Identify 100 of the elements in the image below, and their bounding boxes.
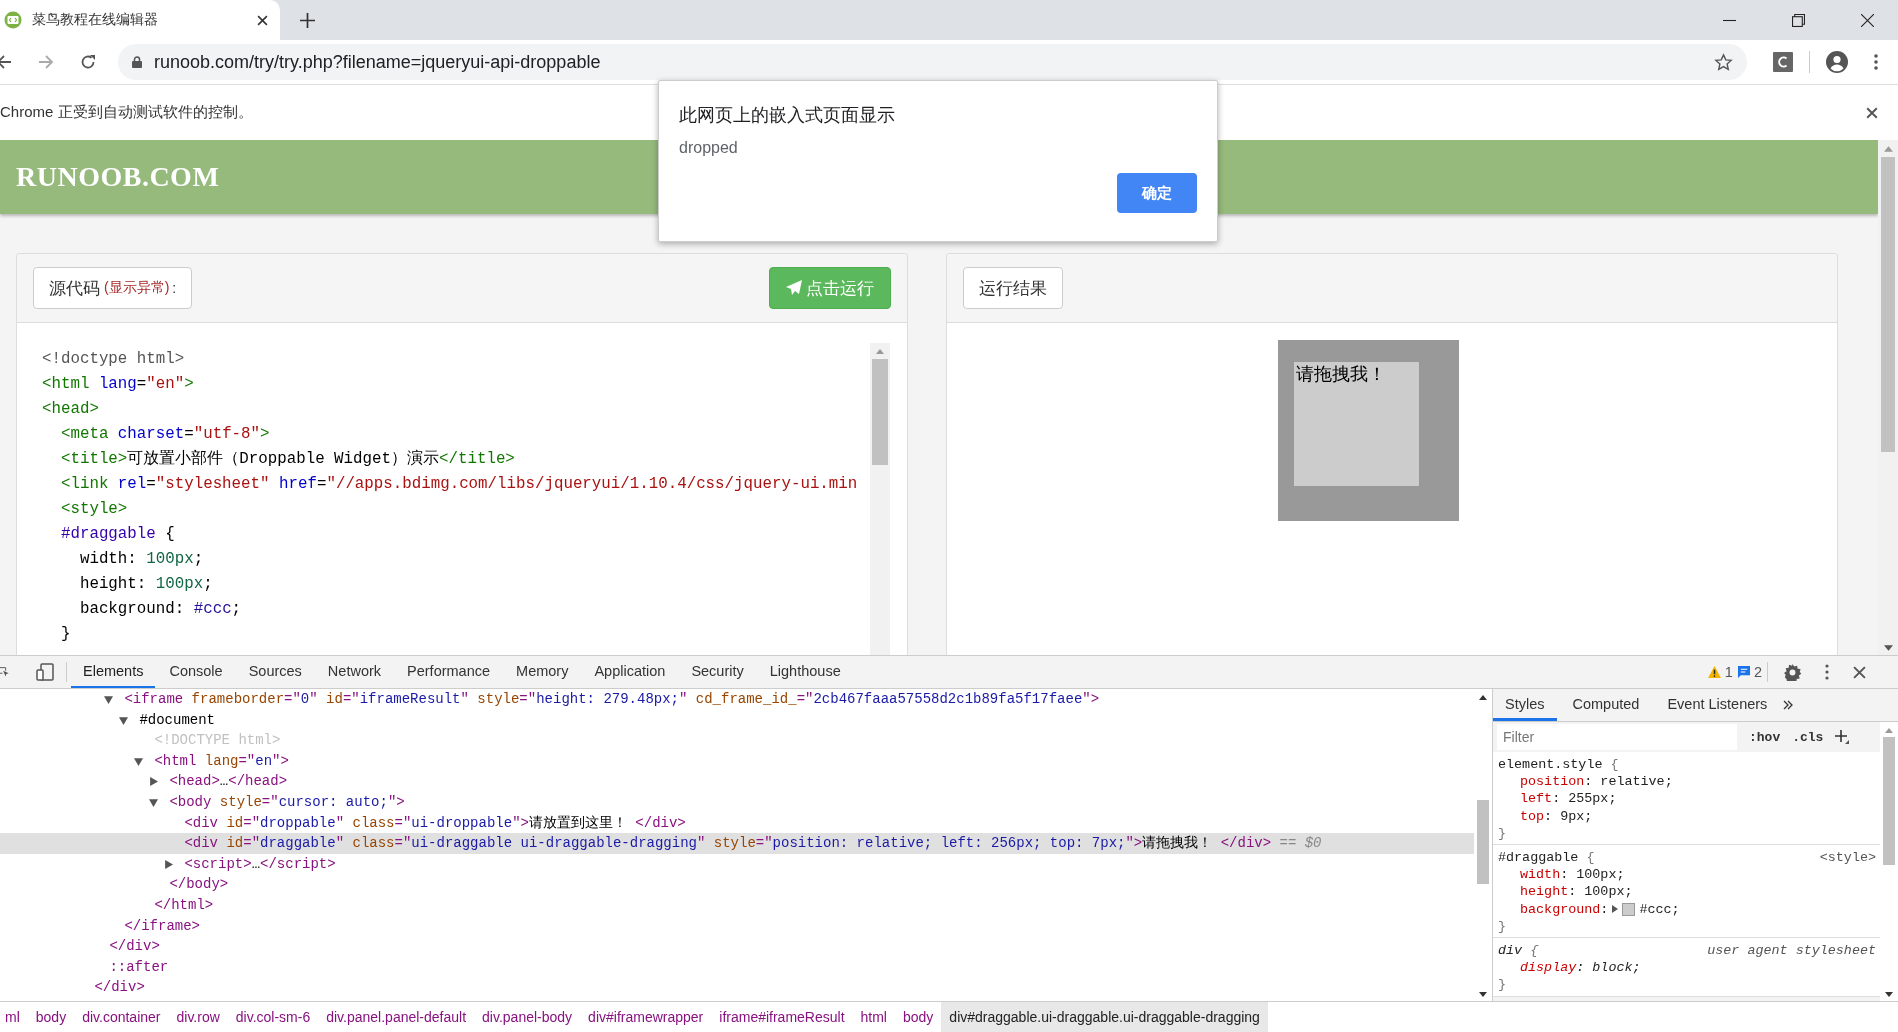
message-count[interactable]: 2	[1753, 664, 1762, 680]
profile-icon[interactable]	[1826, 51, 1848, 73]
cls-button[interactable]: .cls	[1792, 729, 1824, 745]
scrollbar-thumb[interactable]	[1477, 800, 1489, 884]
devtools-tab[interactable]: Security	[679, 656, 756, 688]
breadcrumb[interactable]: div.panel.panel-default	[318, 1002, 475, 1032]
dom-node[interactable]: </body>	[0, 874, 1474, 895]
menu-icon[interactable]	[1874, 54, 1878, 70]
dom-node[interactable]: <html lang="en">	[0, 750, 1474, 772]
css-declaration: background:	[1520, 900, 1609, 918]
star-icon[interactable]	[1714, 52, 1733, 72]
rule-source[interactable]: <style>	[1819, 849, 1876, 867]
warning-icon[interactable]	[1707, 666, 1721, 678]
scrollbar-thumb[interactable]	[872, 359, 888, 465]
dom-node[interactable]: <script>…</script>	[0, 853, 1474, 875]
draggable-box[interactable]: 请拖拽我！	[1294, 362, 1419, 486]
settings-icon[interactable]	[1784, 663, 1801, 681]
dialog-message: dropped	[679, 139, 739, 157]
scrollbar-thumb[interactable]	[1881, 157, 1895, 452]
dom-node[interactable]: <div id="droppable" class="ui-droppable">请放置到这里！ </div>	[0, 812, 1474, 834]
rule-source[interactable]: user agent stylesheet	[1707, 942, 1876, 960]
filter-field[interactable]: Filter	[1497, 724, 1737, 750]
devtools-tab[interactable]: Elements	[71, 656, 156, 688]
dom-node[interactable]: <iframe frameborder="0" id="iframeResult" style="height: 279.48px;" cd_frame_id_="2cb467faaa57558d2c1b89fa5f17faee">	[0, 689, 1474, 710]
breadcrumb[interactable]: ml	[0, 1002, 28, 1032]
close-icon[interactable]	[1861, 13, 1874, 27]
collapse-arrow-icon[interactable]	[149, 797, 158, 807]
dom-node[interactable]: <div id="draggable" class="ui-draggable ui-draggable-dragging" style="position: relative; left: 256px; top: 7px;">请拖拽我！ </div> == $0	[0, 833, 1474, 854]
breadcrumb[interactable]: div#iframewrapper	[580, 1002, 712, 1032]
add-icon[interactable]	[1835, 730, 1850, 744]
reload-icon[interactable]	[80, 54, 96, 70]
expand-arrow-icon[interactable]	[1612, 905, 1619, 914]
code-line: <!doctype html>	[42, 349, 186, 370]
devtools-tab[interactable]: Performance	[395, 656, 503, 688]
warning-count[interactable]: 1	[1724, 664, 1733, 680]
code-icon	[4, 11, 22, 29]
dom-node[interactable]: </div>	[0, 977, 1474, 998]
dom-node[interactable]: <head>…</head>	[0, 771, 1474, 792]
new-tab-icon[interactable]	[300, 12, 315, 28]
css-declaration: display: block;	[1520, 959, 1641, 977]
close-icon[interactable]	[257, 14, 268, 26]
extension-icon[interactable]	[1773, 52, 1793, 72]
scroll-down-icon[interactable]	[1883, 645, 1893, 651]
color-swatch[interactable]	[1622, 902, 1636, 916]
devtools-tab[interactable]: Console	[157, 656, 235, 688]
chevron-icon[interactable]	[1783, 700, 1794, 710]
expand-arrow-icon[interactable]	[164, 859, 173, 869]
more-icon[interactable]	[1825, 664, 1829, 680]
devtools-tab[interactable]: Memory	[504, 656, 581, 688]
css-declaration: position: relative;	[1520, 773, 1673, 791]
closing-brace: }	[1498, 976, 1507, 994]
dom-node[interactable]: #document	[0, 709, 1474, 731]
devtools-tab[interactable]: Application	[582, 656, 678, 688]
breadcrumb[interactable]: div.panel-body	[474, 1002, 581, 1032]
breadcrumb[interactable]: div#draggable.ui-draggable.ui-draggable-dragging	[941, 1002, 1268, 1032]
automation-notice: Chrome 正受到自动测试软件的控制。	[0, 103, 253, 122]
dom-node[interactable]: </div>	[0, 936, 1474, 957]
show-error-link[interactable]: (显示异常)	[104, 279, 170, 297]
lock-icon	[132, 56, 142, 68]
dom-node[interactable]: </html>	[0, 894, 1474, 916]
message-icon[interactable]	[1737, 666, 1750, 678]
browser-tab[interactable]: 菜鸟教程在线编辑器	[0, 0, 280, 40]
close-icon[interactable]	[1853, 665, 1866, 679]
breadcrumb[interactable]: body	[895, 1002, 942, 1032]
restore-icon[interactable]	[1792, 13, 1805, 27]
scroll-down-icon[interactable]	[1885, 992, 1893, 997]
devtools-tab[interactable]: Network	[315, 656, 394, 688]
devtools-tab[interactable]: Sources	[236, 656, 314, 688]
css-declaration: width: 100px;	[1520, 866, 1625, 884]
devtools-tab[interactable]: Lighthouse	[757, 656, 853, 688]
breadcrumb[interactable]: iframe#iframeResult	[711, 1002, 853, 1032]
colon-text: :	[172, 280, 177, 296]
dom-node[interactable]: ::after	[0, 956, 1474, 978]
back-icon[interactable]	[0, 54, 12, 70]
code-line: background: #ccc;	[78, 599, 243, 620]
collapse-arrow-icon[interactable]	[134, 756, 143, 766]
scrollbar[interactable]	[870, 343, 890, 655]
hov-button[interactable]: :hov	[1749, 729, 1781, 745]
ok-button[interactable]: 确定	[1117, 173, 1197, 213]
expand-arrow-icon[interactable]	[149, 777, 158, 787]
dom-node[interactable]: <body style="cursor: auto;">	[0, 791, 1474, 813]
send-icon	[786, 280, 802, 296]
breadcrumb[interactable]: div.row	[168, 1002, 228, 1032]
styles-tab[interactable]: Event Listeners	[1655, 689, 1780, 721]
address-bar[interactable]: runoob.com/try/try.php?filename=jqueryui-api-droppable	[118, 44, 1747, 80]
device-icon[interactable]	[36, 663, 54, 681]
breadcrumb[interactable]: div.container	[74, 1002, 169, 1032]
code-line: <html lang="en">	[42, 374, 195, 395]
code-line: height: 100px;	[78, 574, 214, 595]
styles-tab[interactable]: Computed	[1560, 689, 1652, 721]
scroll-down-icon[interactable]	[1479, 992, 1487, 997]
scrollbar-thumb[interactable]	[1883, 737, 1895, 865]
collapse-arrow-icon[interactable]	[119, 715, 128, 725]
breadcrumb[interactable]: div.col-sm-6	[227, 1002, 319, 1032]
breadcrumb[interactable]: html	[852, 1002, 895, 1032]
dom-node[interactable]: </iframe>	[0, 915, 1474, 937]
scroll-up-icon[interactable]	[1479, 695, 1487, 700]
collapse-arrow-icon[interactable]	[104, 695, 113, 704]
breadcrumb[interactable]: body	[27, 1002, 75, 1032]
close-icon[interactable]	[1866, 106, 1878, 119]
